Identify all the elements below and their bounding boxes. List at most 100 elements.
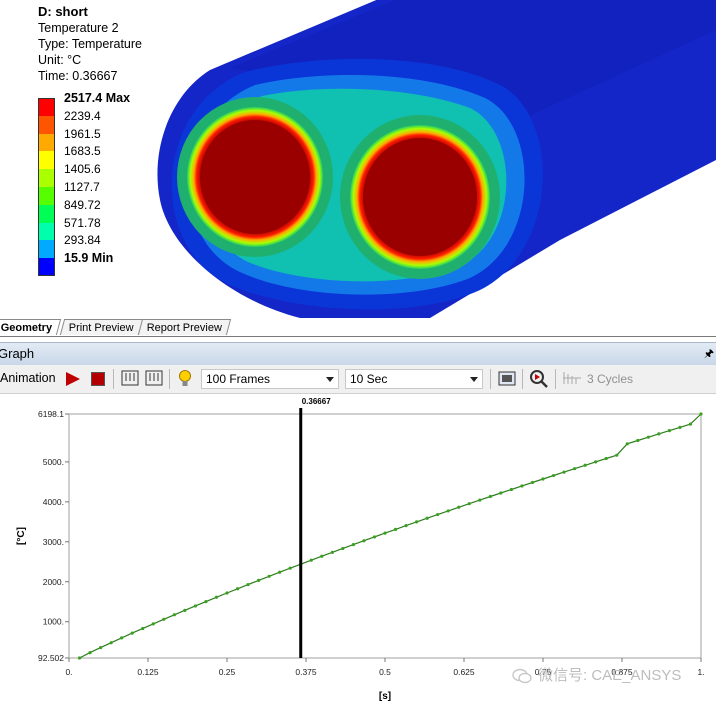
graph-chart[interactable]: 92.502 1000. 2000. 3000. 4000. 5000. 6198.1 0. 0… xyxy=(0,394,716,708)
toolbar-separator xyxy=(113,369,114,389)
toolbar-separator xyxy=(490,369,491,389)
result-viewport[interactable]: D: short Temperature 2 Type: Temperature… xyxy=(0,0,716,318)
watermark-text: 微信号: CAE_ANSYS xyxy=(538,667,682,684)
data-point xyxy=(467,502,471,506)
data-point xyxy=(699,412,703,416)
data-point xyxy=(141,626,145,631)
legend-swatch xyxy=(38,258,55,276)
duration-value: 10 Sec xyxy=(350,372,388,386)
legend-label: 1961.5 xyxy=(64,126,101,141)
tab-geometry[interactable]: Geometry xyxy=(0,319,62,335)
data-point xyxy=(446,509,450,513)
result-unit: Unit: °C xyxy=(38,53,82,67)
x-tick-label: 0. xyxy=(65,667,72,677)
legend-swatch xyxy=(38,133,55,152)
x-tick-label: 0.25 xyxy=(219,667,236,677)
frames-dropdown[interactable]: 100 Frames xyxy=(201,369,339,389)
temperature-time-plot[interactable]: 92.502 1000. 2000. 3000. 4000. 5000. 6198.1 0. 0… xyxy=(0,394,716,708)
data-point xyxy=(330,550,334,554)
result-time: Time: 0.36667 xyxy=(38,69,118,83)
data-point xyxy=(573,467,577,471)
toolbar-separator xyxy=(522,369,523,389)
chevron-down-icon xyxy=(470,377,478,382)
data-point xyxy=(562,470,566,474)
legend-label: 2517.4 Max xyxy=(64,91,131,105)
data-point xyxy=(657,432,661,436)
time-cursor-label: 0.36667 xyxy=(302,397,331,406)
legend-swatch xyxy=(38,115,55,134)
cycles-icon[interactable] xyxy=(562,370,582,386)
legend-swatch xyxy=(38,98,55,116)
animation-toolbar: Animation 100 Frames 10 Sec 3 Cycles xyxy=(0,365,716,394)
data-point xyxy=(594,460,598,464)
frames-value: 100 Frames xyxy=(206,372,271,386)
stop-icon[interactable] xyxy=(91,372,105,386)
data-point xyxy=(530,480,535,485)
data-point xyxy=(214,595,219,599)
legend-label: 1405.6 xyxy=(64,162,101,177)
data-point xyxy=(99,646,103,650)
legend-swatch xyxy=(38,204,55,223)
data-point xyxy=(488,494,492,499)
data-point xyxy=(499,491,503,495)
y-tick-label: 3000. xyxy=(43,537,64,547)
data-point xyxy=(415,520,419,524)
data-point xyxy=(583,463,587,467)
data-point xyxy=(130,631,134,635)
data-point xyxy=(393,527,398,531)
y-tick-label: 4000. xyxy=(43,497,64,507)
x-tick-label: 0.625 xyxy=(453,667,475,677)
data-point xyxy=(509,487,513,492)
legend-label: 2239.4 xyxy=(64,108,101,123)
legend-swatch xyxy=(38,240,55,259)
tab-print-preview[interactable]: Print Preview xyxy=(59,319,143,335)
cycles-label[interactable]: 3 Cycles xyxy=(587,369,633,389)
tab-report-preview[interactable]: Report Preview xyxy=(137,319,232,335)
chevron-down-icon xyxy=(326,377,334,382)
data-point xyxy=(678,425,682,429)
play-icon[interactable] xyxy=(66,372,80,386)
data-point xyxy=(309,558,313,562)
data-point xyxy=(88,651,92,655)
data-point xyxy=(372,535,377,539)
result-type-line: Type: Temperature xyxy=(38,37,142,51)
data-point xyxy=(204,599,208,604)
data-point xyxy=(120,636,124,640)
data-point xyxy=(278,570,282,574)
result-info: D: short Temperature 2 Type: Temperature… xyxy=(38,4,142,84)
data-point xyxy=(77,656,82,660)
legend-swatch xyxy=(38,222,55,241)
previous-frame-icon[interactable] xyxy=(121,370,139,386)
x-tick-label: 0.375 xyxy=(295,667,317,677)
x-tick-label: 0.125 xyxy=(137,667,159,677)
data-point xyxy=(172,613,176,617)
data-point xyxy=(288,566,292,570)
next-frame-icon[interactable] xyxy=(145,370,163,386)
lightbulb-icon[interactable] xyxy=(178,369,192,389)
y-tick-label: 6198.1 xyxy=(38,409,64,419)
data-point xyxy=(383,531,387,535)
duration-dropdown[interactable]: 10 Sec xyxy=(345,369,483,389)
x-tick-label: 1. xyxy=(697,667,704,677)
data-point xyxy=(225,591,229,595)
data-point xyxy=(604,456,608,461)
tab-label: Report Preview xyxy=(146,322,222,334)
data-point xyxy=(109,641,113,645)
export-video-icon[interactable] xyxy=(498,369,516,387)
tab-label: Print Preview xyxy=(68,322,134,334)
zoom-fit-icon[interactable] xyxy=(529,369,549,389)
data-point xyxy=(551,473,556,478)
graph-panel-header: Graph 🖈 xyxy=(0,342,716,366)
animation-label: Animation xyxy=(0,371,56,385)
legend-label: 1683.5 xyxy=(64,144,101,159)
legend-label: 849.72 xyxy=(64,197,101,212)
wechat-icon xyxy=(512,668,532,684)
y-tick-label: 2000. xyxy=(43,577,64,587)
data-point xyxy=(267,574,271,578)
data-point xyxy=(636,438,640,443)
pin-icon[interactable]: 🖈 xyxy=(704,343,714,365)
result-name: D: short xyxy=(38,4,88,19)
data-point xyxy=(320,554,324,558)
legend-label: 571.78 xyxy=(64,215,101,230)
legend-swatch xyxy=(38,151,55,170)
